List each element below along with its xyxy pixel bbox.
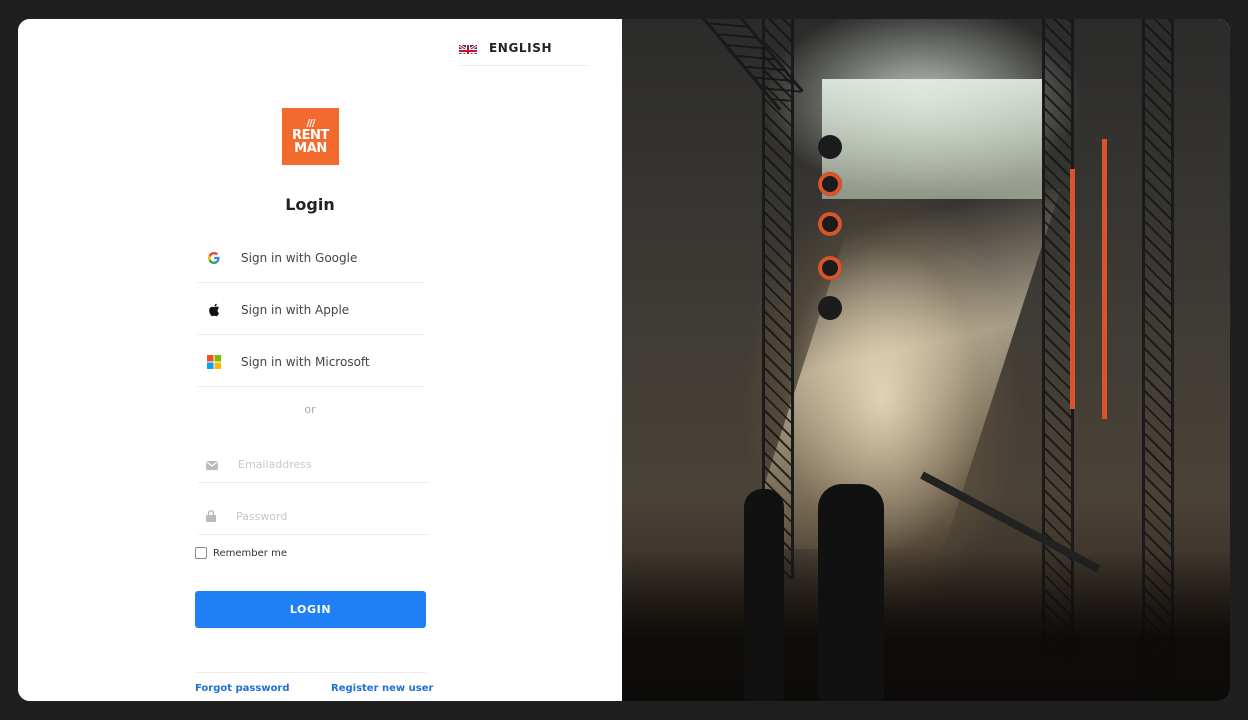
- photo-lamp: [818, 135, 842, 159]
- password-input[interactable]: [234, 509, 418, 524]
- forgot-password-link[interactable]: Forgot password: [195, 683, 290, 694]
- microsoft-label: Sign in with Microsoft: [241, 354, 370, 369]
- email-input[interactable]: [236, 457, 420, 472]
- apple-label: Sign in with Apple: [241, 302, 350, 317]
- envelope-icon: [206, 455, 218, 474]
- uk-flag-icon: [459, 42, 477, 54]
- rentman-logo: /// RENT MAN: [282, 108, 339, 165]
- microsoft-icon: [206, 354, 221, 369]
- sign-in-google-button[interactable]: Sign in with Google: [198, 233, 424, 283]
- photo-lamp: [818, 256, 842, 280]
- stage-photo: [622, 19, 1230, 701]
- photo-lamp: [818, 212, 842, 236]
- email-field: [198, 447, 430, 483]
- photo-orange-truss-2: [1102, 139, 1107, 419]
- logo-text-top: RENT: [291, 127, 330, 143]
- google-icon: [206, 250, 221, 265]
- login-panel: ENGLISH /// RENT MAN Login Sign in with …: [18, 19, 622, 701]
- apple-icon: [206, 302, 221, 317]
- password-field: [198, 499, 430, 535]
- sign-in-microsoft-button[interactable]: Sign in with Microsoft: [198, 337, 424, 387]
- photo-skylight: [822, 79, 1042, 199]
- photo-lamp: [818, 172, 842, 196]
- register-link[interactable]: Register new user: [331, 683, 433, 694]
- remember-me-checkbox[interactable]: [195, 547, 207, 559]
- photo-orange-truss: [1070, 169, 1075, 409]
- or-divider: or: [304, 403, 316, 416]
- photo-lamp: [818, 296, 842, 320]
- login-button[interactable]: LOGIN: [195, 591, 426, 628]
- login-window: ENGLISH /// RENT MAN Login Sign in with …: [18, 19, 1230, 701]
- remember-me: Remember me: [195, 547, 287, 559]
- remember-me-label: Remember me: [213, 547, 287, 559]
- page-title: Login: [285, 195, 335, 214]
- logo-text-bottom: MAN: [294, 140, 327, 156]
- lock-icon: [206, 507, 216, 526]
- sign-in-apple-button[interactable]: Sign in with Apple: [198, 285, 424, 335]
- google-label: Sign in with Google: [241, 250, 358, 265]
- photo-dark-floor: [622, 551, 1230, 701]
- photo-person-right: [818, 484, 884, 701]
- logo-slashes-icon: ///: [306, 117, 316, 129]
- photo-person-left: [744, 489, 784, 701]
- language-label: ENGLISH: [489, 41, 553, 55]
- language-selector[interactable]: ENGLISH: [459, 41, 589, 66]
- bottom-divider: [195, 672, 426, 673]
